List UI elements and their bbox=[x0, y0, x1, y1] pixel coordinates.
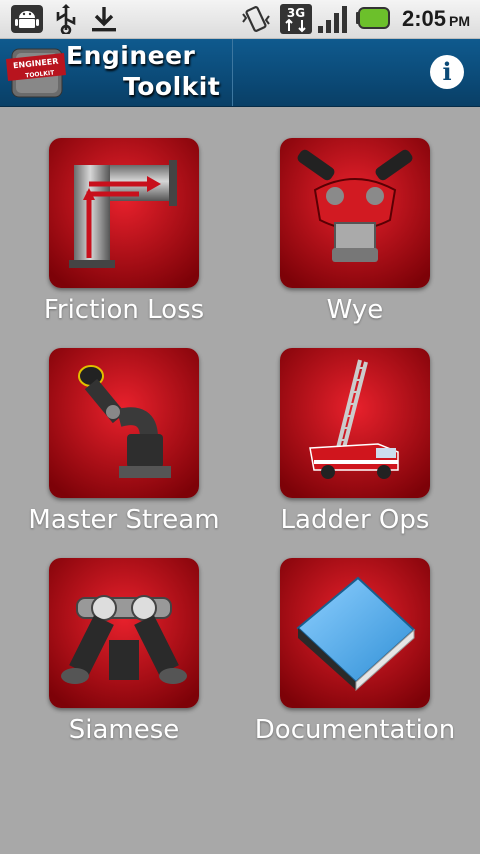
menu-item-label: Friction Loss bbox=[43, 295, 205, 325]
app-title-line2: Toolkit bbox=[123, 72, 221, 101]
menu-item-label: Wye bbox=[326, 295, 384, 325]
app-title: Engineer Toolkit bbox=[66, 41, 236, 105]
vibrate-icon bbox=[242, 6, 270, 32]
info-button[interactable]: i bbox=[430, 55, 464, 89]
clock-ampm: PM bbox=[449, 13, 470, 29]
action-bar-divider bbox=[232, 39, 233, 106]
friction-loss-tile[interactable] bbox=[49, 138, 199, 288]
usb-icon bbox=[56, 4, 76, 34]
pipe-arrow-icon bbox=[49, 138, 199, 288]
battery-icon bbox=[356, 7, 390, 29]
action-bar: ENGINEER TOOLKIT Engineer Toolkit i bbox=[0, 39, 480, 107]
wye-valve-icon bbox=[280, 138, 430, 288]
book-icon bbox=[280, 558, 430, 708]
ladder-ops-tile[interactable] bbox=[280, 348, 430, 498]
download-icon bbox=[92, 7, 116, 32]
clock-time: 2:05 bbox=[401, 6, 446, 31]
network-label: 3G bbox=[287, 6, 305, 20]
master-stream-tile[interactable] bbox=[49, 348, 199, 498]
menu-item-label: Ladder Ops bbox=[280, 505, 430, 535]
app-logo-icon[interactable]: ENGINEER TOOLKIT bbox=[6, 45, 66, 101]
ladder-truck-icon bbox=[280, 348, 430, 498]
wye-tile[interactable] bbox=[280, 138, 430, 288]
3g-data-icon: 3G bbox=[280, 4, 312, 34]
signal-icon bbox=[318, 6, 347, 33]
app-title-line1: Engineer bbox=[66, 41, 196, 70]
siamese-tile[interactable] bbox=[49, 558, 199, 708]
menu-item-label: Master Stream bbox=[28, 505, 220, 535]
status-bar: 3G 2:05 PM bbox=[0, 0, 480, 39]
master-stream-nozzle-icon bbox=[49, 348, 199, 498]
documentation-tile[interactable] bbox=[280, 558, 430, 708]
info-icon: i bbox=[442, 57, 452, 86]
siamese-valve-icon bbox=[49, 558, 199, 708]
android-debug-icon bbox=[11, 5, 43, 33]
menu-item-label: Siamese bbox=[68, 715, 180, 745]
menu-item-label: Documentation bbox=[254, 715, 456, 745]
clock: 2:05 PM bbox=[402, 5, 470, 33]
